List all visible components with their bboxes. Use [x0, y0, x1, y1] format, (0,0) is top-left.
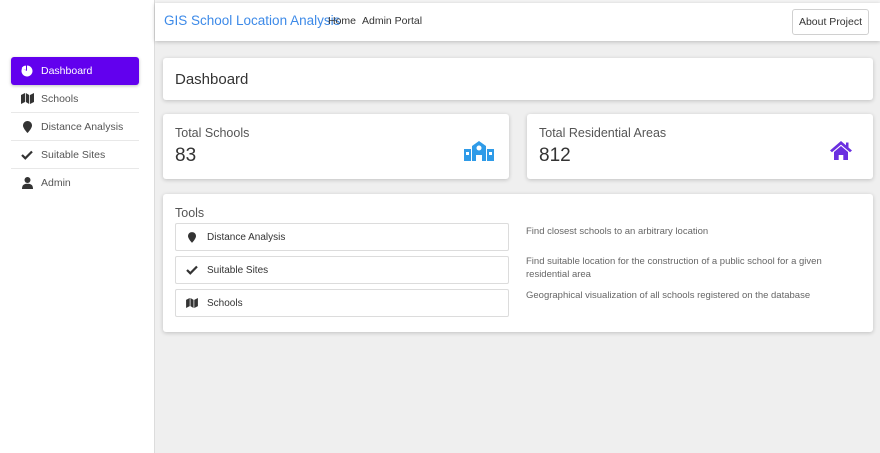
stat-label: Total Schools — [175, 126, 250, 140]
stat-value: 812 — [539, 145, 571, 166]
total-residential-areas-card: Total Residential Areas 812 — [527, 114, 873, 179]
sidebar-item-label: Dashboard — [41, 65, 93, 77]
sidebar-item-suitable-sites[interactable]: Suitable Sites — [11, 141, 139, 169]
tools-card: Tools Distance Analysis Find closest sch… — [163, 194, 873, 332]
sidebar-item-distance-analysis[interactable]: Distance Analysis — [11, 113, 139, 141]
tool-label: Distance Analysis — [207, 231, 286, 243]
map-marker-icon — [186, 231, 198, 243]
tool-distance-analysis[interactable]: Distance Analysis — [175, 223, 509, 251]
brand-link[interactable]: GIS School Location Analysis — [164, 13, 340, 28]
home-icon — [830, 141, 852, 165]
tool-description: Find suitable location for the construct… — [526, 256, 822, 280]
stat-label: Total Residential Areas — [539, 126, 667, 140]
map-icon — [186, 297, 198, 309]
sidebar-item-label: Schools — [41, 92, 79, 105]
sidebar-item-label: Admin — [41, 177, 71, 189]
sidebar-item-schools[interactable]: Schools — [11, 85, 139, 113]
tools-title: Tools — [175, 206, 205, 220]
nav-link-admin-portal[interactable]: Admin Portal — [362, 15, 422, 27]
check-icon — [20, 148, 34, 162]
check-icon — [186, 264, 198, 276]
dashboard-header-card: Dashboard — [163, 58, 873, 100]
tool-description: Find closest schools to an arbitrary loc… — [526, 226, 709, 237]
pie-chart-icon — [20, 64, 34, 78]
total-schools-card: Total Schools 83 — [163, 114, 509, 179]
sidebar-item-label: Distance Analysis — [41, 120, 124, 133]
stat-value: 83 — [175, 145, 197, 166]
sidebar-item-dashboard[interactable]: Dashboard — [11, 57, 139, 85]
map-icon — [20, 92, 34, 106]
sidebar-item-admin[interactable]: Admin — [11, 169, 139, 197]
user-icon — [20, 176, 34, 190]
sidebar: Dashboard Schools Distance Analysis Suit… — [0, 0, 155, 453]
tool-label: Schools — [207, 297, 243, 309]
sidebar-item-label: Suitable Sites — [41, 148, 106, 161]
top-navbar: GIS School Location Analysis Home Admin … — [155, 3, 880, 41]
tool-suitable-sites[interactable]: Suitable Sites — [175, 256, 509, 284]
page-title: Dashboard — [175, 71, 249, 88]
school-icon — [464, 141, 494, 166]
about-project-button[interactable]: About Project — [791, 9, 869, 35]
tool-label: Suitable Sites — [207, 264, 269, 276]
tool-description: Geographical visualization of all school… — [526, 290, 811, 301]
map-marker-icon — [20, 120, 34, 134]
tool-schools[interactable]: Schools — [175, 289, 509, 317]
nav-link-home[interactable]: Home — [328, 15, 356, 27]
